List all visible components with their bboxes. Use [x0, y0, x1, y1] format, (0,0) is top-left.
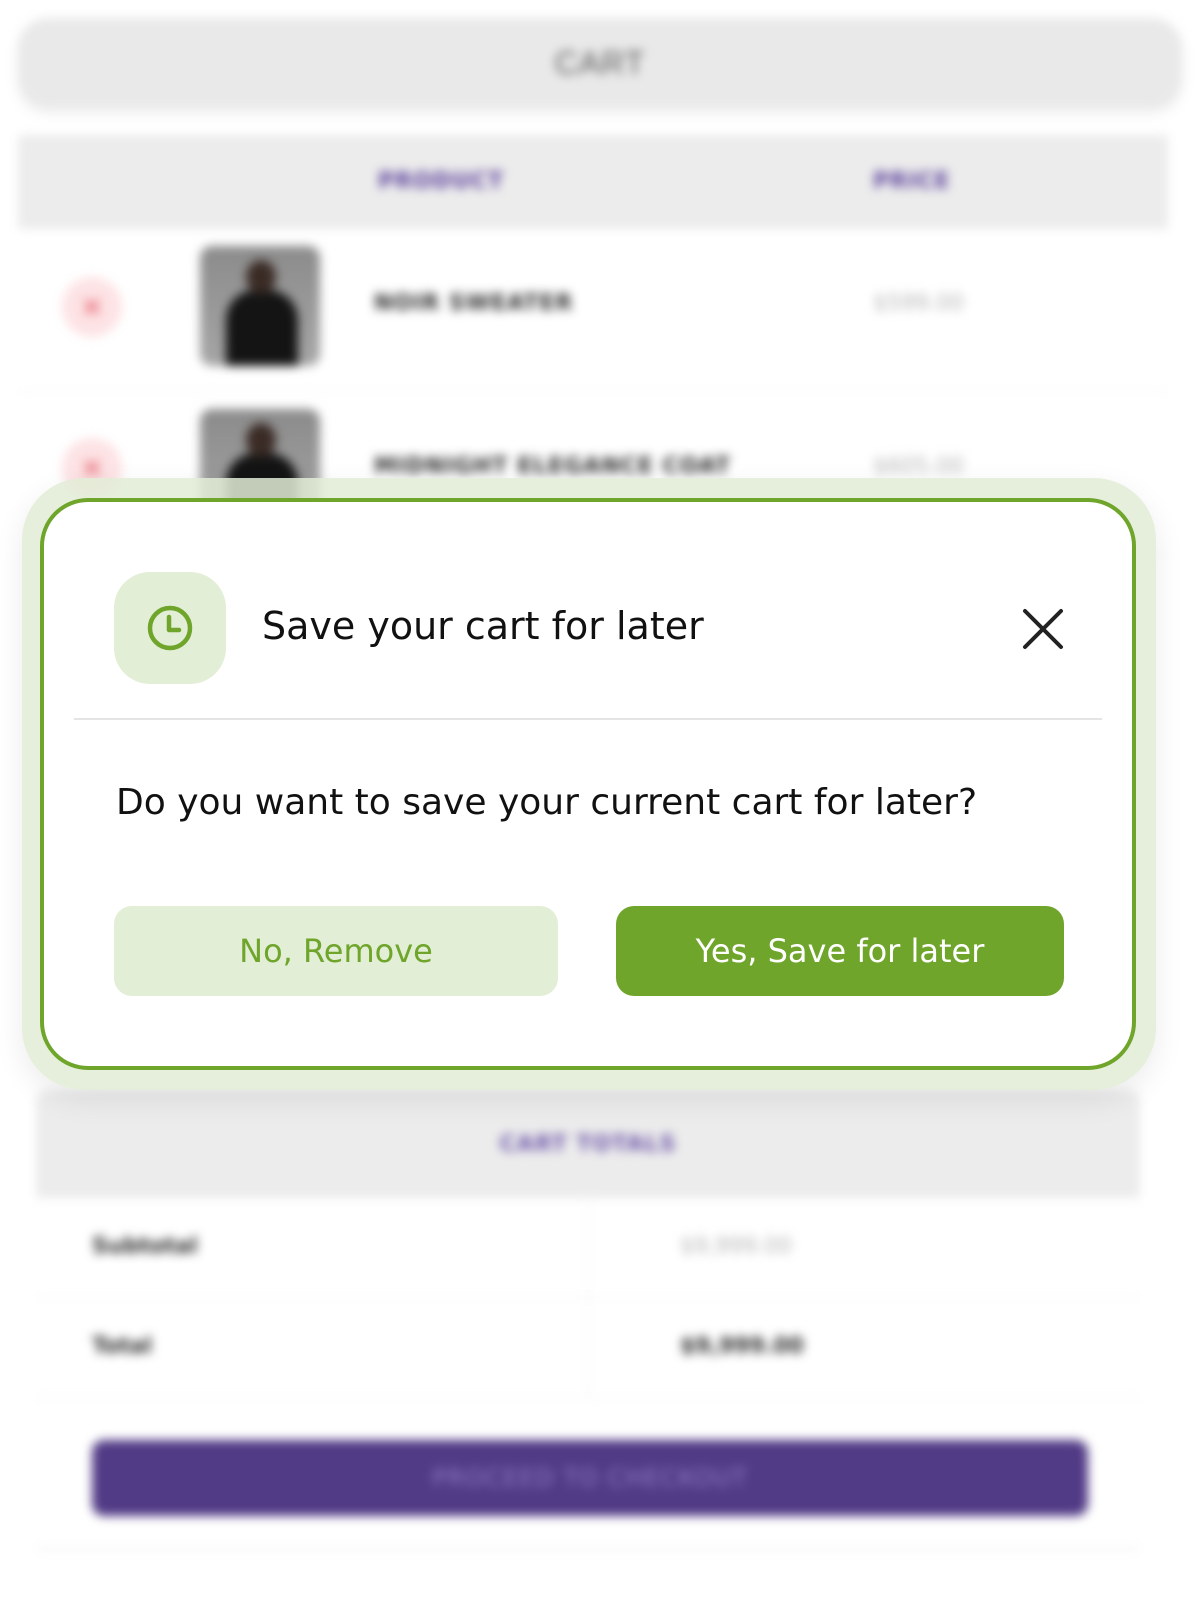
product-thumbnail[interactable] — [200, 246, 320, 366]
cart-row: ✕ NOIR SWEATER $599.00 — [18, 229, 1168, 392]
checkout-button-label: PROCEED TO CHECKOUT — [432, 1464, 748, 1492]
modal-divider — [74, 718, 1102, 720]
save-cart-modal: Save your cart for later Do you want to … — [40, 498, 1136, 1070]
cart-totals-header: CART TOTALS — [36, 1090, 1140, 1198]
cart-totals-title: CART TOTALS — [499, 1131, 677, 1157]
no-remove-button[interactable]: No, Remove — [114, 906, 558, 996]
subtotal-label: Subtotal — [92, 1234, 198, 1259]
product-name[interactable]: NOIR SWEATER — [374, 291, 573, 316]
total-label: Total — [92, 1334, 153, 1359]
cart-header: CART — [18, 18, 1182, 108]
proceed-to-checkout-button[interactable]: PROCEED TO CHECKOUT — [92, 1440, 1088, 1516]
total-value: $9,999.00 — [680, 1334, 804, 1359]
product-price: $599.00 — [873, 291, 964, 316]
remove-item-button[interactable]: ✕ — [62, 277, 122, 337]
x-icon: ✕ — [80, 290, 104, 324]
yes-save-for-later-button[interactable]: Yes, Save for later — [616, 906, 1064, 996]
total-row: Total $9,999.00 — [36, 1298, 1140, 1398]
page-title: CART — [554, 44, 646, 81]
column-header-price: PRICE — [873, 169, 951, 194]
clock-icon — [147, 605, 193, 651]
close-button[interactable] — [1020, 606, 1066, 652]
modal-title: Save your cart for later — [262, 604, 704, 648]
modal-icon-container — [114, 572, 226, 684]
column-header-product: PRODUCT — [378, 169, 505, 194]
product-name[interactable]: MIDNIGHT ELEGANCE COAT — [374, 454, 731, 479]
close-icon — [1023, 609, 1063, 649]
product-price: $605.00 — [873, 454, 964, 479]
subtotal-row: Subtotal $9,999.00 — [36, 1198, 1140, 1298]
modal-message: Do you want to save your current cart fo… — [116, 782, 978, 823]
divider — [36, 1548, 1140, 1550]
subtotal-value: $9,999.00 — [680, 1234, 792, 1259]
cart-table-header: PRODUCT PRICE — [18, 135, 1168, 229]
